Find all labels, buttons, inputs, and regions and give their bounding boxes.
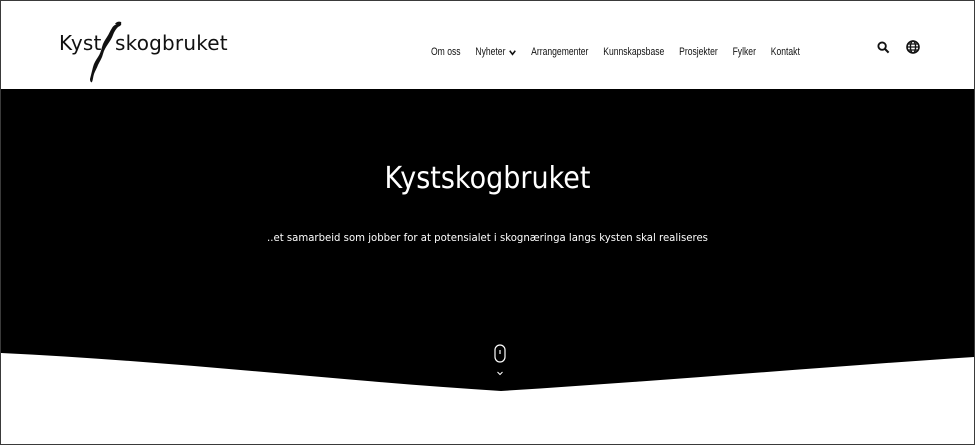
nav-item-om-oss[interactable]: Om oss [431, 46, 461, 58]
nav-item-nyheter-label: Nyheter [475, 46, 506, 58]
nav-item-kunnskapsbase[interactable]: Kunnskapsbase [603, 46, 664, 58]
logo-text-skogbruket: skogbruket [115, 31, 228, 55]
search-icon[interactable] [877, 41, 890, 54]
site-logo[interactable]: Kyst skogbruket [59, 21, 239, 85]
nav-item-nyheter[interactable]: Nyheter [475, 46, 517, 58]
hero-title: Kystskogbruket [384, 161, 591, 196]
site-header: Kyst skogbruket Om oss Nyheter Arrangeme… [1, 1, 974, 89]
globe-icon[interactable] [906, 40, 920, 54]
page: Kyst skogbruket Om oss Nyheter Arrangeme… [0, 0, 975, 445]
nav-item-prosjekter[interactable]: Prosjekter [679, 46, 718, 58]
main-nav: Om oss Nyheter Arrangementer Kunnskapsba… [431, 46, 815, 58]
nav-item-fylker[interactable]: Fylker [733, 46, 756, 58]
nav-item-kontakt[interactable]: Kontakt [771, 46, 800, 58]
scroll-down-mouse-icon[interactable] [492, 344, 508, 380]
chevron-down-icon [509, 49, 517, 56]
hero-subtitle: ..et samarbeid som jobber for at potensi… [267, 231, 708, 244]
hero-banner: Kystskogbruket ..et samarbeid som jobber… [1, 89, 974, 394]
nav-item-arrangementer[interactable]: Arrangementer [531, 46, 588, 58]
